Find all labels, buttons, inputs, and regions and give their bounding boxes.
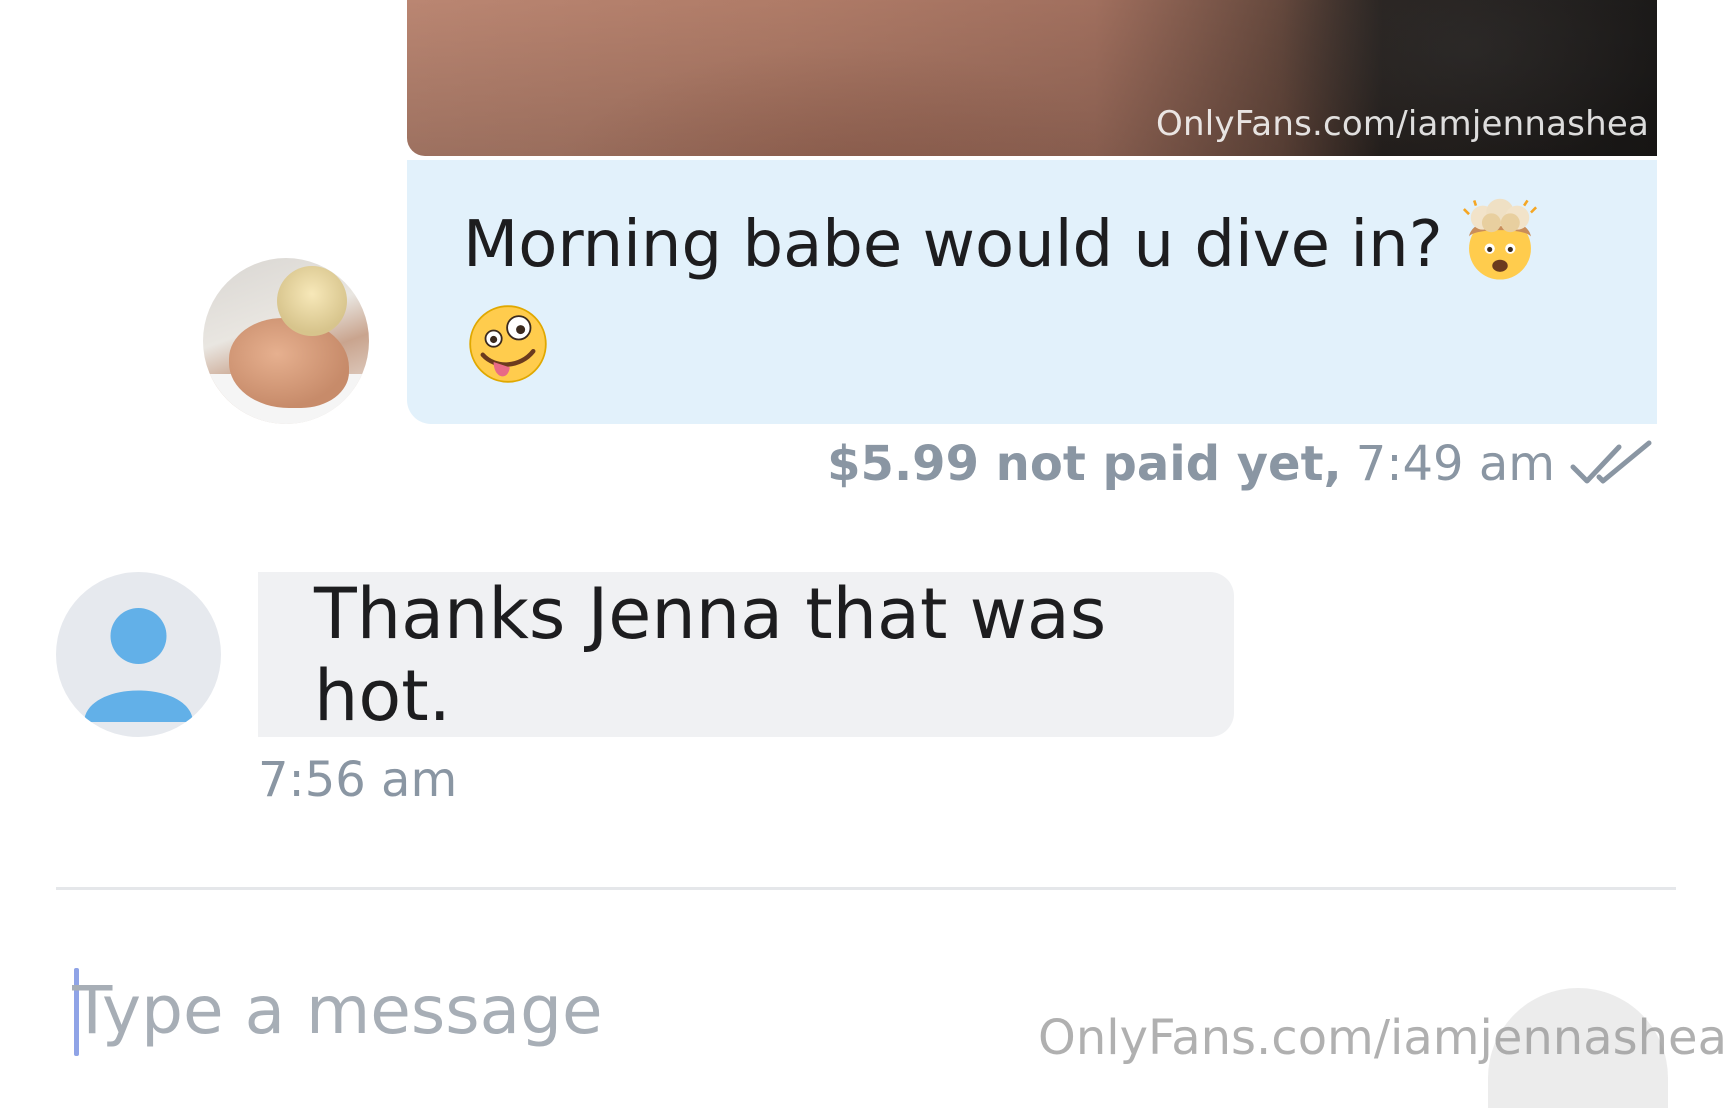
- outgoing-message-text-line: Morning babe would u dive in?: [463, 199, 1601, 383]
- user-icon: [84, 608, 193, 722]
- outgoing-message-bubble[interactable]: Morning babe would u dive in?: [407, 160, 1657, 424]
- incoming-message-time: 7:56 am: [258, 752, 458, 808]
- message-input[interactable]: [72, 960, 972, 1060]
- sender-avatar[interactable]: [203, 258, 369, 424]
- zany-face-emoji-icon: [469, 305, 547, 383]
- corner-watermark: OnlyFans.com/iamjennashea: [1038, 1010, 1727, 1066]
- outgoing-message-time: 7:49 am: [1355, 436, 1555, 492]
- media-watermark: OnlyFans.com/iamjennashea: [1155, 104, 1649, 144]
- avatar-photo-hair: [277, 266, 347, 336]
- message-media-image[interactable]: OnlyFans.com/iamjennashea: [407, 0, 1657, 156]
- recipient-avatar[interactable]: [56, 572, 221, 737]
- incoming-message-bubble[interactable]: Thanks Jenna that was hot.: [258, 572, 1234, 737]
- price-status-text: $5.99 not paid yet,: [827, 436, 1342, 492]
- outgoing-message-text: Morning babe would u dive in?: [463, 208, 1443, 282]
- double-check-icon: [1570, 440, 1652, 484]
- exploding-head-emoji-icon: [1462, 199, 1537, 280]
- outgoing-message-status: $5.99 not paid yet, 7:49 am: [827, 436, 1655, 492]
- incoming-message-text: Thanks Jenna that was hot.: [314, 572, 1107, 737]
- avatar-photo-figure: [229, 318, 349, 408]
- compose-divider: [56, 887, 1676, 890]
